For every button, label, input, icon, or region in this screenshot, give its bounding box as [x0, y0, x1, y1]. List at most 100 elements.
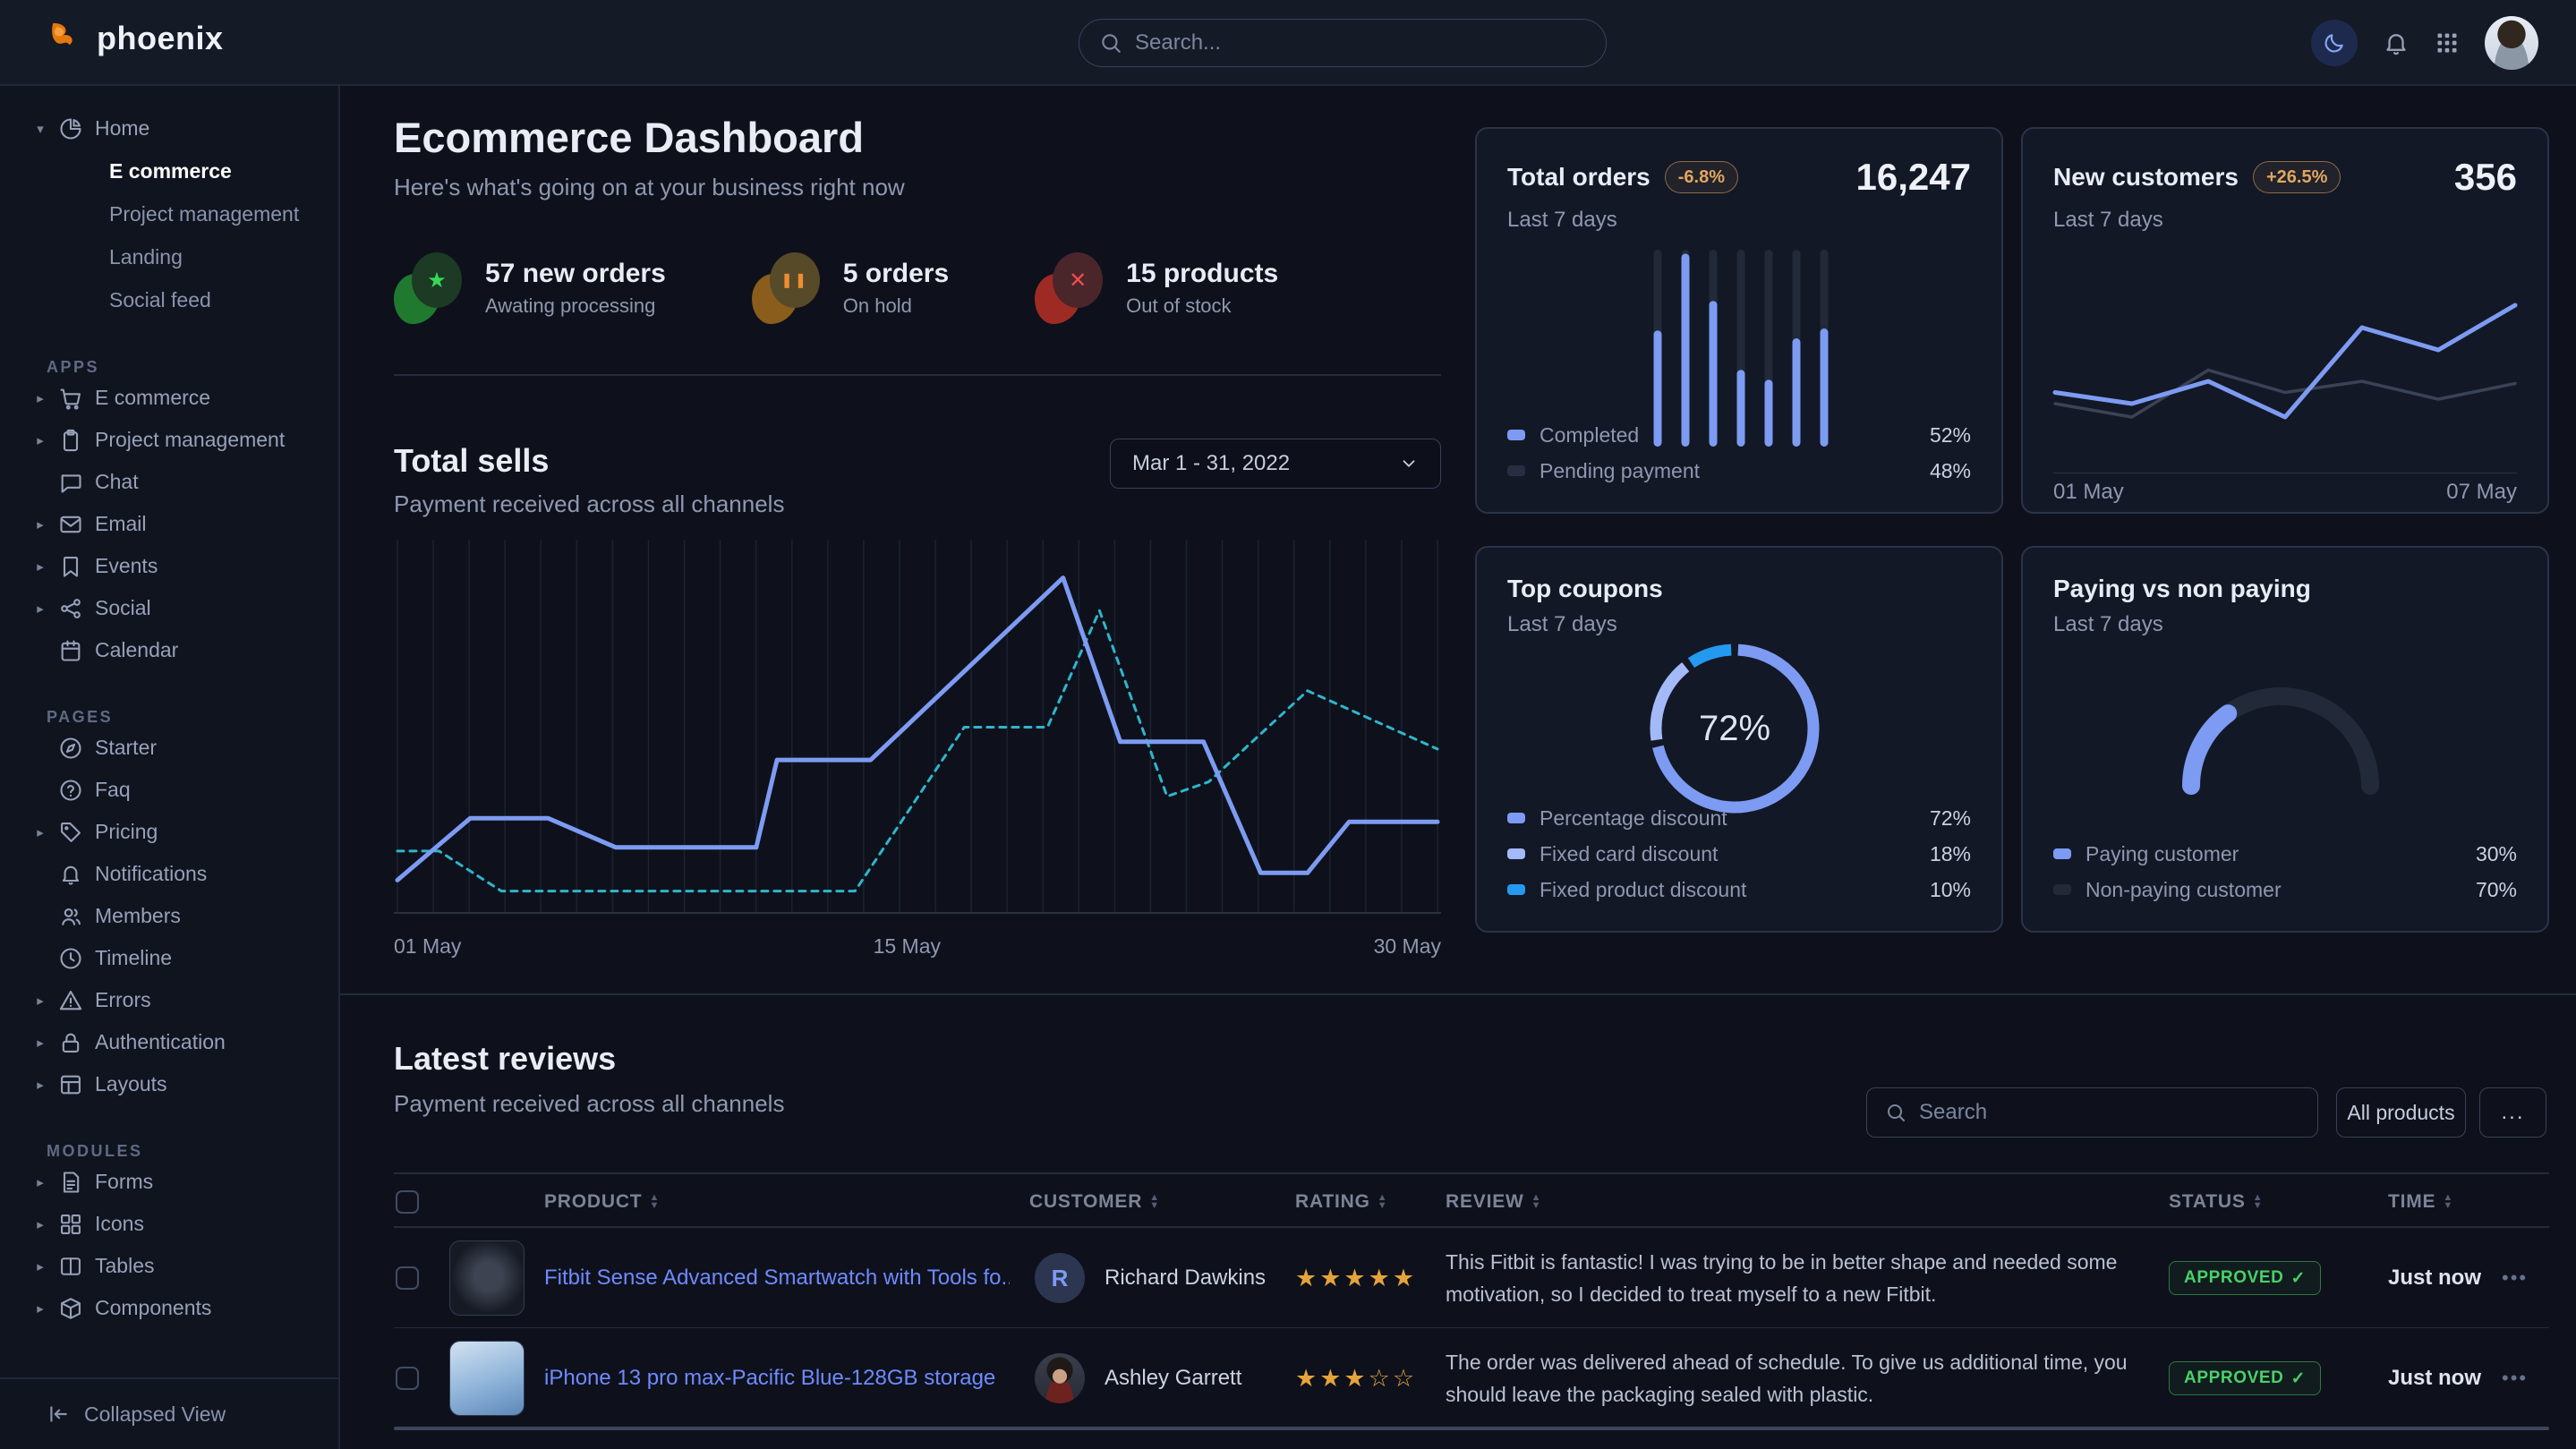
new-customers-card: New customers +26.5% 356 Last 7 days 01 … [2021, 127, 2549, 514]
trend-badge: +26.5% [2253, 161, 2341, 193]
divider [340, 993, 2576, 995]
sidebar-item-notifications[interactable]: Notifications [0, 853, 338, 895]
layout-icon [57, 1071, 84, 1098]
select-row-checkbox[interactable] [396, 1266, 419, 1290]
sidebar-item-icons[interactable]: ▸Icons [0, 1203, 338, 1245]
row-actions-button[interactable]: ••• [2502, 1367, 2528, 1390]
sidebar-item-label: Components [95, 1296, 211, 1320]
check-icon: ✓ [2290, 1268, 2306, 1289]
all-products-button[interactable]: All products [2336, 1087, 2466, 1138]
row-actions-button[interactable]: ••• [2502, 1266, 2528, 1290]
sidebar-item-timeline[interactable]: Timeline [0, 937, 338, 979]
select-all-checkbox[interactable] [396, 1190, 419, 1214]
notifications-button[interactable] [2383, 30, 2410, 56]
caret-right-icon: ▸ [34, 432, 47, 448]
global-search[interactable] [1079, 19, 1607, 67]
product-link[interactable]: iPhone 13 pro max-Pacific Blue-128GB sto… [544, 1366, 995, 1391]
column-header-product[interactable]: PRODUCT▲▼ [544, 1174, 660, 1230]
x-status-icon: ✕ [1035, 252, 1103, 324]
customer-avatar[interactable]: R [1035, 1253, 1085, 1303]
x-tick: 15 May [874, 934, 941, 959]
sidebar-item-layouts[interactable]: ▸Layouts [0, 1063, 338, 1105]
legend-value: 10% [1930, 878, 1971, 902]
search-input[interactable] [1135, 30, 1586, 55]
sidebar-item-e-commerce[interactable]: ▸E commerce [0, 377, 338, 419]
sidebar-item-label: Authentication [95, 1030, 226, 1054]
hero-stat-1: ❚❚5 ordersOn hold [752, 252, 949, 324]
sidebar-item-events[interactable]: ▸Events [0, 545, 338, 587]
sidebar-item-chat[interactable]: Chat [0, 461, 338, 503]
check-icon: ✓ [2290, 1368, 2306, 1389]
legend-value: 72% [1930, 806, 1971, 831]
brand[interactable]: phoenix [47, 20, 224, 57]
reviews-search[interactable] [1866, 1087, 2318, 1138]
legend-value: 30% [2476, 842, 2517, 866]
reviews-table: PRODUCT▲▼ CUSTOMER▲▼ RATING▲▼ REVIEW▲▼ S… [394, 1172, 2549, 1449]
reviews-search-input[interactable] [1919, 1100, 2299, 1125]
bell-icon [57, 861, 84, 888]
status-badge: APPROVED✓ [2169, 1361, 2321, 1395]
paying-card: Paying vs non paying Last 7 days Paying … [2021, 546, 2549, 933]
sidebar-subitem-project-management[interactable]: Project management [0, 192, 338, 235]
legend-label: Fixed card discount [1540, 842, 1718, 866]
sidebar-item-calendar[interactable]: Calendar [0, 629, 338, 671]
column-header-customer[interactable]: CUSTOMER▲▼ [1029, 1174, 1160, 1230]
collapse-view-button[interactable]: Collapsed View [0, 1377, 338, 1449]
caret-right-icon: ▸ [34, 824, 47, 840]
sidebar-subitem-e-commerce[interactable]: E commerce [0, 149, 338, 192]
sidebar-item-faq[interactable]: Faq [0, 769, 338, 811]
mail-icon [57, 511, 84, 538]
card-title: New customers [2053, 163, 2239, 192]
sidebar-item-members[interactable]: Members [0, 895, 338, 937]
product-thumbnail[interactable] [449, 1240, 525, 1316]
sidebar-item-forms[interactable]: ▸Forms [0, 1161, 338, 1203]
sidebar-item-label: Social [95, 596, 151, 620]
caret-right-icon: ▸ [34, 1077, 47, 1093]
column-header-review[interactable]: REVIEW▲▼ [1446, 1174, 1541, 1230]
x-tick: 30 May [1374, 934, 1441, 959]
coupons-donut-chart: 72% [1636, 630, 1833, 827]
legend-label: Pending payment [1540, 459, 1700, 483]
legend-row: Pending payment48% [1507, 453, 1971, 489]
sidebar-item-starter[interactable]: Starter [0, 727, 338, 769]
date-range-select[interactable]: Mar 1 - 31, 2022 [1110, 439, 1441, 489]
sidebar-item-authentication[interactable]: ▸ Authentication [0, 1021, 338, 1063]
product-thumbnail[interactable] [449, 1341, 525, 1416]
apps-grid-button[interactable] [2435, 30, 2460, 55]
column-header-time[interactable]: TIME▲▼ [2388, 1174, 2453, 1230]
sidebar-item-label: Email [95, 512, 147, 536]
column-header-rating[interactable]: RATING▲▼ [1295, 1174, 1387, 1230]
sidebar-item-errors[interactable]: ▸Errors [0, 979, 338, 1021]
x-tick: 07 May [2446, 480, 2517, 505]
sidebar-item-social[interactable]: ▸Social [0, 587, 338, 629]
caret-right-icon: ▸ [34, 1035, 47, 1051]
sidebar-subitem-social-feed[interactable]: Social feed [0, 278, 338, 321]
sidebar-item-tables[interactable]: ▸Tables [0, 1245, 338, 1287]
customer-avatar[interactable] [1035, 1353, 1085, 1403]
brand-name: phoenix [97, 20, 224, 57]
horizontal-scrollbar[interactable] [394, 1427, 2549, 1430]
bell-icon [2383, 30, 2410, 56]
caret-right-icon: ▸ [34, 1258, 47, 1274]
column-header-status[interactable]: STATUS▲▼ [2169, 1174, 2263, 1230]
sidebar-item-components[interactable]: ▸Components [0, 1287, 338, 1329]
theme-toggle-button[interactable] [2311, 20, 2358, 66]
rating-stars: ★★★★★ [1295, 1265, 1417, 1292]
table-more-button[interactable]: ... [2479, 1087, 2546, 1138]
sidebar-item-pricing[interactable]: ▸Pricing [0, 811, 338, 853]
sidebar-section-label: PAGES [0, 691, 338, 727]
sidebar-item-project-management[interactable]: ▸Project management [0, 419, 338, 461]
select-row-checkbox[interactable] [396, 1367, 419, 1390]
stat-label: Awating processing [485, 294, 666, 318]
table-body: Fitbit Sense Advanced Smartwatch with To… [394, 1228, 2549, 1449]
rating-stars: ★★★☆☆ [1295, 1365, 1417, 1393]
customer-name: Richard Dawkins [1105, 1266, 1266, 1291]
sidebar-subitem-landing[interactable]: Landing [0, 235, 338, 278]
user-avatar[interactable] [2485, 16, 2538, 70]
product-link[interactable]: Fitbit Sense Advanced Smartwatch with To… [544, 1266, 1010, 1291]
sidebar-item-email[interactable]: ▸Email [0, 503, 338, 545]
sidebar-item-label: Events [95, 554, 158, 578]
sidebar-item-home[interactable]: ▾Home [0, 107, 338, 149]
pause-status-icon: ❚❚ [752, 252, 820, 324]
legend-row: Completed52% [1507, 417, 1971, 453]
